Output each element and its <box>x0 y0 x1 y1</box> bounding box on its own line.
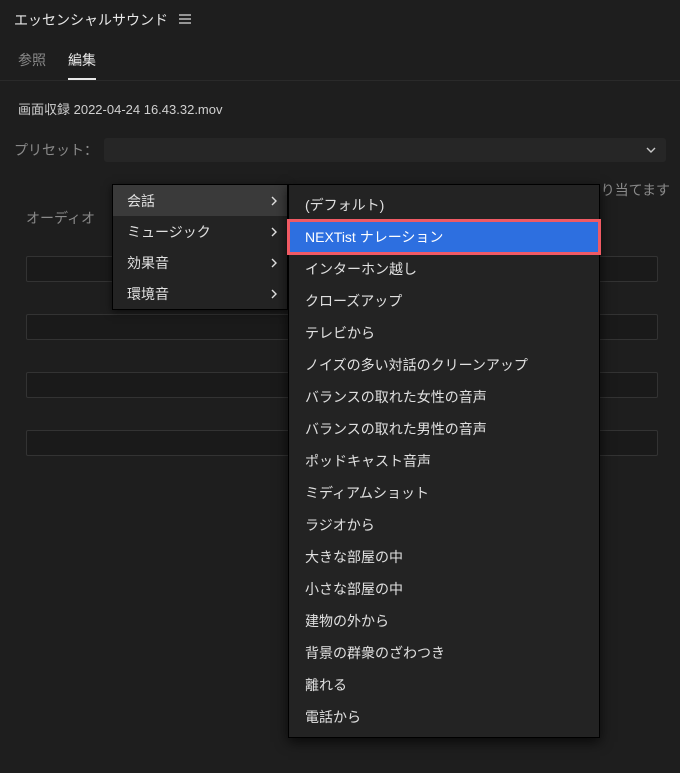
preset-submenu-item[interactable]: ミディアムショット <box>289 477 599 509</box>
preset-category-menu: 会話ミュージック効果音環境音 <box>112 184 288 310</box>
preset-submenu-item[interactable]: テレビから <box>289 317 599 349</box>
preset-submenu-item[interactable]: クローズアップ <box>289 285 599 317</box>
preset-submenu: (デフォルト)NEXTist ナレーションインターホン越しクローズアップテレビか… <box>288 184 600 738</box>
preset-category-label: ミュージック <box>127 222 211 242</box>
preset-dropdown[interactable] <box>104 138 666 162</box>
selected-clip-name: 画面収録 2022-04-24 16.43.32.mov <box>0 81 680 128</box>
preset-submenu-item[interactable]: 離れる <box>289 669 599 701</box>
tab-edit[interactable]: 編集 <box>68 50 96 80</box>
preset-submenu-item[interactable]: インターホン越し <box>289 253 599 285</box>
preset-submenu-item[interactable]: 大きな部屋の中 <box>289 541 599 573</box>
tabs: 参照 編集 <box>0 42 680 81</box>
chevron-right-icon <box>271 227 277 237</box>
chevron-down-icon <box>646 147 656 153</box>
preset-submenu-item[interactable]: 背景の群衆のざわつき <box>289 637 599 669</box>
preset-menu-layer: 会話ミュージック効果音環境音 (デフォルト)NEXTist ナレーションインター… <box>112 184 600 738</box>
preset-submenu-item[interactable]: 建物の外から <box>289 605 599 637</box>
tab-reference[interactable]: 参照 <box>18 50 46 80</box>
preset-category-label: 環境音 <box>127 284 169 304</box>
preset-row: プリセット： <box>0 128 680 166</box>
preset-submenu-item[interactable]: バランスの取れた男性の音声 <box>289 413 599 445</box>
preset-submenu-item[interactable]: バランスの取れた女性の音声 <box>289 381 599 413</box>
preset-category-label: 効果音 <box>127 253 169 273</box>
panel-menu-icon[interactable] <box>178 12 192 28</box>
preset-label: プリセット： <box>14 140 98 160</box>
preset-submenu-item[interactable]: 電話から <box>289 701 599 733</box>
preset-category-item[interactable]: 効果音 <box>113 247 287 278</box>
assign-text-tail: り当てます <box>601 180 670 200</box>
preset-submenu-item[interactable]: ポッドキャスト音声 <box>289 445 599 477</box>
preset-submenu-item[interactable]: ラジオから <box>289 509 599 541</box>
chevron-right-icon <box>271 258 277 268</box>
preset-submenu-item[interactable]: ノイズの多い対話のクリーンアップ <box>289 349 599 381</box>
preset-submenu-item[interactable]: 小さな部屋の中 <box>289 573 599 605</box>
preset-submenu-item[interactable]: NEXTist ナレーション <box>289 221 599 253</box>
panel-header: エッセンシャルサウンド <box>0 0 680 42</box>
chevron-right-icon <box>271 196 277 206</box>
preset-submenu-item[interactable]: (デフォルト) <box>289 189 599 221</box>
chevron-right-icon <box>271 289 277 299</box>
preset-category-item[interactable]: ミュージック <box>113 216 287 247</box>
preset-category-item[interactable]: 環境音 <box>113 278 287 309</box>
preset-category-label: 会話 <box>127 191 155 211</box>
preset-category-item[interactable]: 会話 <box>113 185 287 216</box>
panel-title: エッセンシャルサウンド <box>14 10 168 30</box>
